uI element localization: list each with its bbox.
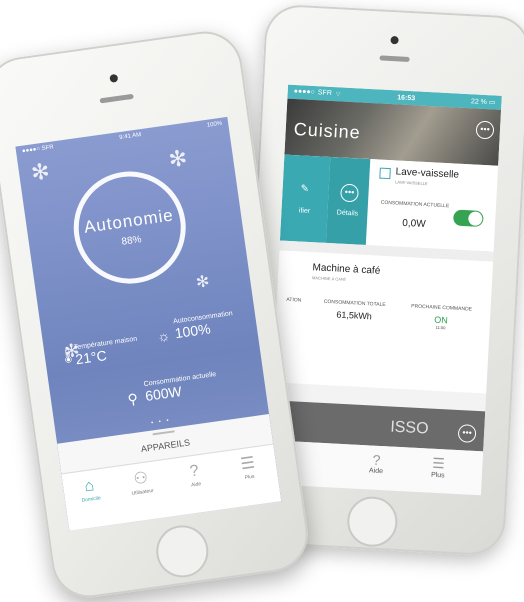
pencil-icon: ✎: [300, 183, 310, 195]
page-indicator: • • •: [150, 417, 172, 427]
room-title: Cuisine: [293, 119, 362, 143]
dandelion-seed: ✻: [194, 273, 211, 292]
dandelion-seed: ✻: [29, 158, 52, 186]
dandelion-seed: ✻: [166, 145, 189, 173]
menu-icon: ☰: [239, 454, 257, 474]
metric-temperature: Température maison 21°C: [73, 336, 139, 368]
tab-help[interactable]: ? Aide: [356, 451, 397, 476]
carrier-label: SFR: [317, 88, 333, 97]
tab-label: Plus: [244, 473, 255, 481]
device-title: Machine à café: [312, 262, 381, 277]
tab-label: Plus: [430, 471, 445, 480]
tab-label: Aide: [190, 481, 202, 489]
col-label: ATION: [286, 296, 302, 304]
device-card-coffee: Machine à café MACHINE À CAFÉ ATION CONS…: [272, 250, 494, 394]
col-current: ATION: [279, 296, 309, 304]
user-icon: ⚇: [132, 469, 150, 489]
tab-more[interactable]: ☰ Plus: [418, 454, 459, 480]
status-bar: ●●●●○ SFR 9:41 AM 100%: [15, 117, 229, 159]
home-icon: ⌂: [83, 477, 96, 496]
toggle-knob: [467, 211, 483, 227]
metric-selfconsumption: Autoconsommation 100%: [173, 310, 236, 341]
earpiece-speaker: [99, 93, 134, 104]
help-icon: ?: [372, 451, 381, 468]
front-camera: [390, 35, 399, 45]
dishwasher-info: Lave-vaisselle LAVE-VAISSELLE CONSOMMATI…: [370, 159, 498, 251]
scheduled-time: 11:00: [435, 324, 446, 331]
device-subtitle: MACHINE À CAFÉ: [311, 275, 347, 282]
ellipsis-icon: •••: [340, 183, 359, 203]
clock: 16:53: [397, 93, 416, 102]
details-label: Détails: [336, 209, 359, 218]
details-action[interactable]: ••• Détails: [325, 156, 371, 245]
battery-icon: ▭: [488, 99, 496, 107]
front-camera: [109, 73, 119, 83]
col-next-command: PROCHAINE COMMANDE ON 11:00: [405, 303, 476, 333]
help-icon: ?: [188, 462, 200, 481]
sun-icon: ☼: [156, 327, 172, 345]
signal-icon: ●●●●○: [293, 87, 316, 96]
ellipsis-icon[interactable]: •••: [457, 424, 477, 443]
tab-user[interactable]: ⚇ Utilisateur: [120, 467, 163, 498]
consumption-label: CONSOMMATION ACTUELLE: [380, 199, 450, 210]
consumption-value: 0,0W: [402, 217, 426, 231]
wifi-icon: ⌔: [334, 90, 342, 98]
home-button[interactable]: [152, 522, 212, 581]
home-button[interactable]: [346, 495, 399, 548]
col-total: CONSOMMATION TOTALE 61,5kWh: [322, 298, 387, 322]
tab-more[interactable]: ☰ Plus: [227, 452, 270, 483]
col-value: 61,5kWh: [336, 309, 373, 322]
strip-text: ISSO: [389, 418, 429, 438]
tab-home[interactable]: ⌂ Domicile: [68, 474, 111, 505]
metric-current-consumption: Consommation actuelle 600W: [143, 371, 219, 404]
clock: 9:41 AM: [118, 132, 142, 142]
carrier-label: SFR: [41, 144, 55, 153]
menu-icon: ☰: [431, 454, 446, 472]
device-title: Lave-vaisselle: [395, 166, 460, 181]
tab-help[interactable]: ? Aide: [173, 459, 216, 490]
edit-label: ifier: [298, 207, 311, 215]
battery-label: 100%: [206, 120, 223, 129]
tab-label: Domicile: [81, 495, 102, 504]
edit-action[interactable]: ✎ ifier: [279, 154, 331, 243]
col-label: CONSOMMATION TOTALE: [323, 298, 386, 309]
drawer-label: APPAREILS: [140, 437, 191, 455]
device-subtitle: LAVE-VAISSELLE: [395, 179, 428, 187]
drawer-handle[interactable]: [152, 430, 175, 436]
ellipsis-icon[interactable]: •••: [475, 120, 495, 140]
signal-icon: ●●●●○: [21, 146, 41, 155]
bulb-icon: ⚲: [126, 390, 139, 408]
power-toggle[interactable]: [452, 209, 484, 228]
earpiece-speaker: [379, 55, 410, 62]
dishwasher-icon: [379, 167, 391, 180]
col-label: PROCHAINE COMMANDE: [411, 303, 473, 313]
screen-front: ●●●●○ SFR 9:41 AM 100% ✻ ✻ ✻ ✻ Autonomie…: [15, 116, 282, 531]
tab-label: Aide: [368, 467, 384, 476]
screen-back: ●●●●○ SFR ⌔ 16:53 22 % ▭ Cuisine ••• ✎ i…: [267, 84, 502, 496]
device-card-dishwasher: ✎ ifier ••• Détails Lave-vaisselle LAVE-…: [279, 154, 499, 252]
battery-label: 22 %: [470, 98, 488, 107]
